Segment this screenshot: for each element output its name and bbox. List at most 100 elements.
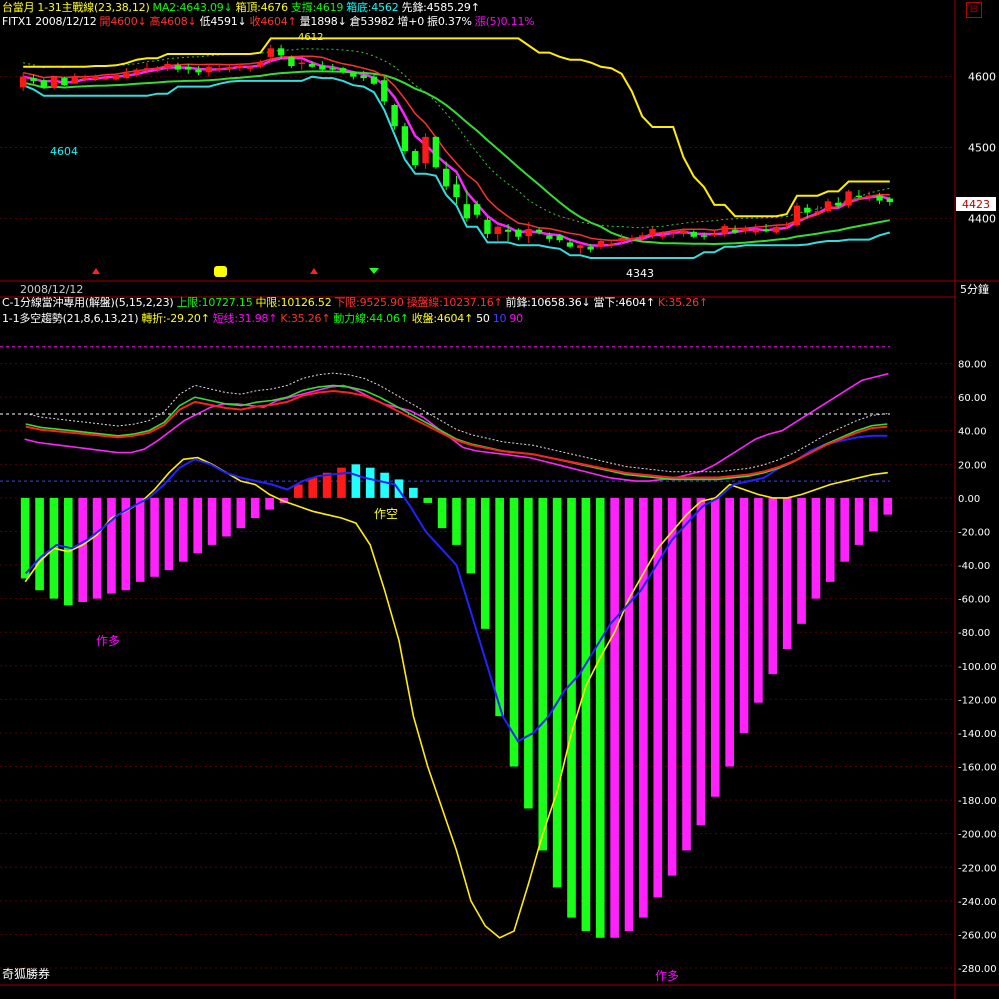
header-field: 支撐:4619	[290, 1, 344, 14]
candle-body	[391, 105, 398, 127]
candle-body	[742, 228, 749, 232]
histogram-bar	[696, 497, 706, 826]
histogram-bar	[854, 497, 864, 545]
candle-body	[298, 62, 305, 64]
histogram-bar	[135, 497, 145, 582]
candle-body	[824, 201, 832, 212]
histogram-bar	[739, 497, 749, 733]
tick-label: -160.00	[958, 763, 997, 774]
tick-label: -80.00	[958, 628, 990, 639]
candle-body	[277, 48, 285, 56]
header-field: 1-31主戰線(23,38,12)	[37, 1, 150, 14]
candle-body	[71, 76, 78, 84]
header-field: FITX1 2008/12/12	[2, 15, 97, 28]
candle-body	[329, 68, 336, 70]
header-field: 短线:31.98↑	[212, 312, 278, 325]
candle-body	[804, 207, 811, 213]
candle-body	[577, 245, 584, 249]
header-field: 90	[509, 312, 523, 325]
header-field: 量1898↓	[299, 15, 347, 28]
header-field: 倉53982	[349, 15, 395, 28]
header-field: C-1分線當沖專用(解盤)(5,15,2,23)	[2, 296, 174, 309]
header-field: 50	[476, 312, 490, 325]
header-field: 操盤線:10237.16↑	[406, 296, 503, 309]
histogram-bar	[495, 497, 504, 717]
header-field: 先鋒:4585.29↑	[401, 1, 480, 14]
header-field: 收4604↑	[249, 15, 297, 28]
tick-label: -240.00	[958, 897, 997, 908]
candle-body	[845, 191, 852, 206]
histogram-bar	[768, 497, 778, 675]
candle-body	[226, 66, 233, 70]
tick-label: -140.00	[958, 729, 997, 740]
tick-label: 60.00	[958, 393, 987, 404]
candle-body	[370, 76, 378, 84]
header-field: 增+0	[397, 15, 425, 28]
candle-body	[123, 73, 130, 79]
histogram-bar	[667, 497, 677, 876]
candle-body	[618, 238, 625, 241]
histogram-bar	[236, 497, 246, 529]
header-field: 收盤:4604↑	[411, 312, 474, 325]
header-field: 漲(5)0.11%	[474, 15, 535, 28]
tick-label: 4500	[968, 142, 996, 155]
histogram-bar	[193, 497, 203, 554]
candle-body	[19, 76, 27, 88]
tick-label: 4400	[968, 212, 996, 225]
candle-body	[319, 65, 326, 70]
candle-body	[855, 195, 863, 198]
candle-body	[112, 75, 120, 80]
candle-body	[762, 229, 770, 232]
header-field: 動力線:44.06↑	[333, 312, 409, 325]
histogram-bar	[480, 497, 490, 629]
histogram-bar	[509, 497, 519, 767]
candle-body	[690, 231, 698, 237]
left-price-label: 4604	[50, 145, 78, 158]
histogram-bar	[466, 497, 476, 574]
histogram-bar	[92, 497, 102, 599]
header-field: 當下:4604↑	[593, 296, 656, 309]
candle-body	[587, 246, 594, 250]
candle-body	[215, 68, 223, 70]
tick-label: -280.00	[958, 964, 997, 975]
candle-body	[680, 230, 687, 234]
histogram-bar	[437, 497, 447, 529]
histogram-bar	[452, 497, 461, 545]
tick-label: -100.00	[958, 662, 997, 673]
histogram-bar	[150, 497, 159, 577]
histogram-bar	[567, 497, 576, 918]
signal-face-icon	[214, 266, 227, 277]
histogram-bar	[409, 487, 418, 498]
candle-body	[504, 229, 512, 232]
tick-label: -60.00	[958, 595, 990, 606]
candle-body	[288, 56, 295, 67]
candle-body	[659, 235, 667, 237]
tick-label: -260.00	[958, 930, 997, 941]
histogram-bar	[308, 477, 318, 498]
long-signal-label: 作多	[655, 969, 679, 983]
histogram-bar	[552, 497, 562, 888]
candle-body	[773, 226, 780, 233]
tick-label: 20.00	[958, 460, 987, 471]
candle-body	[267, 48, 274, 57]
header-line-4: 1-1多空趨勢(21,8,6,13,21) 轉折:-29.20↑ 短线:31.98↑…	[2, 311, 526, 327]
candle-body	[30, 78, 37, 81]
histogram-bar	[365, 467, 375, 498]
header-field: 箱頂:4676	[235, 1, 289, 14]
candle-body	[525, 228, 532, 237]
candle-body	[669, 232, 677, 234]
header-line-3: C-1分線當沖專用(解盤)(5,15,2,23) 上限:10727.15 中限:10…	[2, 295, 711, 311]
candle-body	[164, 63, 171, 69]
candle-body	[608, 243, 615, 246]
tick-label: -20.00	[958, 527, 990, 538]
histogram-bar	[754, 497, 763, 703]
histogram-bar	[710, 497, 720, 797]
restore-window-icon[interactable]: ⊟	[966, 2, 982, 18]
tick-label: -180.00	[958, 796, 997, 807]
candle-body	[350, 72, 357, 77]
histogram-bar	[610, 497, 619, 938]
histogram-bar	[380, 472, 389, 498]
candle-body	[133, 69, 140, 74]
histogram-bar	[639, 497, 648, 918]
histogram-bar	[524, 497, 533, 809]
